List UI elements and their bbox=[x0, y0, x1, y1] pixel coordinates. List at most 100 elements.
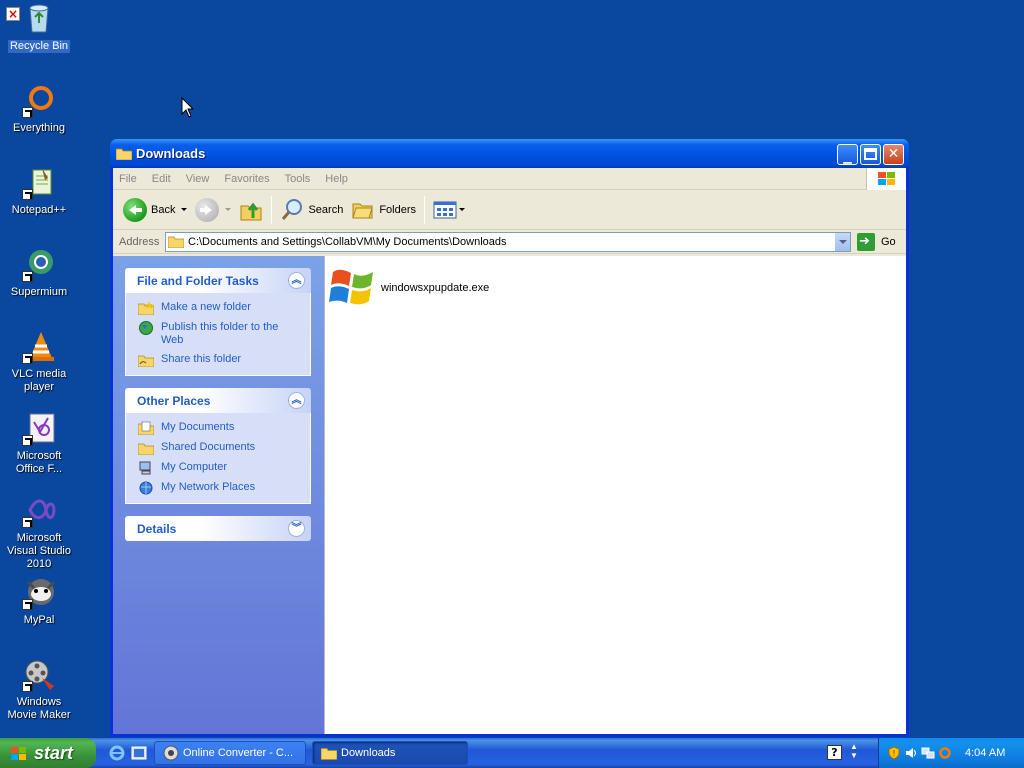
window-title: Downloads bbox=[136, 146, 206, 161]
address-label: Address bbox=[119, 235, 160, 248]
my-network-places-link[interactable]: My Network Places bbox=[138, 481, 300, 495]
link-label: Share this folder bbox=[161, 353, 242, 365]
show-desktop-icon[interactable] bbox=[130, 744, 148, 762]
collapse-icon[interactable]: ︽ bbox=[288, 392, 305, 409]
vlc-icon bbox=[22, 330, 56, 364]
office-icon bbox=[22, 412, 56, 446]
network-icon[interactable] bbox=[921, 746, 935, 760]
minimize-button[interactable]: ▁ bbox=[837, 144, 858, 165]
menu-bar: File Edit View Favorites Tools Help bbox=[113, 168, 906, 190]
desktop-icon-mypal[interactable]: MyPal bbox=[0, 576, 78, 627]
address-dropdown-button[interactable] bbox=[834, 232, 850, 251]
back-button[interactable]: Back bbox=[119, 195, 191, 225]
search-label: Search bbox=[308, 203, 344, 216]
make-new-folder-link[interactable]: Make a new folder bbox=[138, 301, 300, 315]
address-path: C:\Documents and Settings\CollabVM\My Do… bbox=[188, 235, 507, 248]
shortcut-arrow-icon bbox=[22, 271, 33, 282]
desktop-icon-label: MyPal bbox=[23, 614, 55, 626]
supermium-icon bbox=[22, 248, 56, 282]
close-icon: ✕ bbox=[887, 146, 900, 162]
share-folder-link[interactable]: Share this folder bbox=[138, 353, 300, 367]
up-folder-icon bbox=[240, 202, 262, 220]
toolbar-separator bbox=[424, 195, 426, 224]
shared-documents-link[interactable]: Shared Documents bbox=[138, 441, 300, 455]
views-icon bbox=[433, 201, 457, 218]
system-tray: ! 4:04 AM bbox=[878, 738, 1024, 768]
address-input[interactable]: C:\Documents and Settings\CollabVM\My Do… bbox=[165, 231, 851, 252]
menu-view[interactable]: View bbox=[186, 173, 210, 185]
folders-button[interactable]: Folders bbox=[347, 195, 420, 225]
desktop-icon-recycle-bin[interactable]: Recycle Bin bbox=[0, 2, 78, 53]
shared-folder-icon bbox=[138, 443, 154, 455]
desktop-icon-movie-maker[interactable]: Windows Movie Maker bbox=[0, 658, 78, 722]
help-icon[interactable]: ? bbox=[827, 745, 842, 760]
menu-help[interactable]: Help bbox=[325, 173, 348, 185]
desktop-icon-vlc[interactable]: VLC media player bbox=[0, 330, 78, 394]
go-button[interactable]: Go bbox=[857, 232, 896, 251]
notepadpp-icon bbox=[22, 166, 56, 200]
go-label: Go bbox=[881, 235, 896, 248]
quick-launch bbox=[108, 744, 148, 762]
start-label: start bbox=[34, 742, 74, 763]
shortcut-arrow-icon bbox=[22, 517, 33, 528]
back-dropdown-icon[interactable] bbox=[181, 208, 188, 211]
everything-icon bbox=[22, 84, 56, 118]
file-item[interactable]: windowsxpupdate.exe bbox=[329, 264, 489, 312]
menu-file[interactable]: File bbox=[119, 173, 137, 185]
search-icon bbox=[282, 198, 303, 220]
file-folder-tasks-panel: File and Folder Tasks ︽ Make a new folde… bbox=[125, 268, 311, 376]
maximize-icon bbox=[861, 145, 880, 164]
desktop-icon-supermium[interactable]: Supermium bbox=[0, 248, 78, 299]
panel-title: Details bbox=[137, 521, 177, 536]
maximize-button[interactable] bbox=[860, 144, 881, 165]
details-header[interactable]: Details ︾ bbox=[125, 516, 311, 541]
desktop-icon-office[interactable]: Microsoft Office F... bbox=[0, 412, 78, 476]
forward-arrow-icon bbox=[195, 197, 220, 222]
security-shield-icon[interactable]: ! bbox=[887, 746, 901, 760]
desktop-icon-visual-studio[interactable]: Microsoft Visual Studio 2010 bbox=[0, 494, 78, 571]
desktop-icon-everything[interactable]: Everything bbox=[0, 84, 78, 135]
my-computer-link[interactable]: My Computer bbox=[138, 461, 300, 475]
share-folder-icon bbox=[138, 355, 154, 367]
everything-tray-icon[interactable] bbox=[938, 746, 952, 760]
start-button[interactable]: start bbox=[0, 738, 96, 768]
publish-folder-link[interactable]: Publish this folder to the Web bbox=[138, 321, 300, 347]
internet-explorer-icon[interactable] bbox=[108, 744, 126, 762]
menu-favorites[interactable]: Favorites bbox=[224, 173, 269, 185]
folder-icon bbox=[116, 148, 132, 160]
shortcut-arrow-icon bbox=[22, 189, 33, 200]
menu-edit[interactable]: Edit bbox=[152, 173, 171, 185]
menu-tools[interactable]: Tools bbox=[285, 173, 311, 185]
close-button[interactable]: ✕ bbox=[883, 144, 904, 165]
go-arrow-icon bbox=[857, 232, 875, 251]
volume-icon[interactable] bbox=[904, 746, 918, 760]
file-folder-tasks-header[interactable]: File and Folder Tasks ︽ bbox=[125, 268, 311, 293]
expand-icon[interactable]: ︾ bbox=[288, 520, 305, 537]
minimize-icon: ▁ bbox=[843, 151, 852, 164]
desktop-icon-notepadpp[interactable]: Notepad++ bbox=[0, 166, 78, 217]
views-button[interactable] bbox=[429, 195, 469, 225]
up-folder-button[interactable] bbox=[235, 195, 267, 225]
shortcut-arrow-icon bbox=[22, 681, 33, 692]
my-documents-link[interactable]: My Documents bbox=[138, 421, 300, 435]
visual-studio-icon bbox=[22, 494, 56, 528]
tray-scroll-icon[interactable]: ▲ ▼ bbox=[850, 742, 858, 760]
windows-xp-flag-icon bbox=[329, 269, 373, 305]
forward-dropdown-icon[interactable] bbox=[225, 208, 232, 211]
collapse-icon[interactable]: ︽ bbox=[288, 272, 305, 289]
window-client: File Edit View Favorites Tools Help Back bbox=[113, 168, 906, 734]
desktop-icon-label: Recycle Bin bbox=[7, 40, 71, 53]
taskbar-item-online-converter[interactable]: Online Converter - C... bbox=[154, 741, 306, 765]
desktop-icon-label: Microsoft Visual Studio 2010 bbox=[6, 532, 71, 570]
other-places-header[interactable]: Other Places ︽ bbox=[125, 388, 311, 413]
folders-label: Folders bbox=[379, 203, 417, 216]
file-name: windowsxpupdate.exe bbox=[381, 282, 490, 294]
folders-icon bbox=[352, 203, 374, 218]
search-button[interactable]: Search bbox=[276, 195, 347, 225]
toolbar: Back Search Folders bbox=[113, 190, 906, 230]
taskbar-item-downloads[interactable]: Downloads bbox=[312, 741, 468, 765]
windows-flag-icon bbox=[11, 747, 26, 760]
forward-button[interactable] bbox=[191, 195, 235, 225]
window-titlebar[interactable]: Downloads ▁ ✕ bbox=[110, 139, 909, 168]
panel-title: Other Places bbox=[137, 393, 211, 408]
